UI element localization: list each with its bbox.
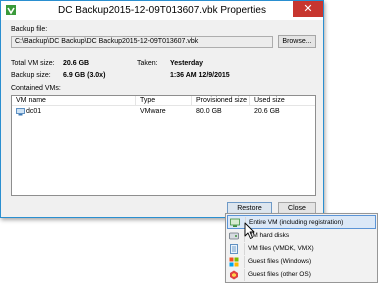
windows-logo-icon	[229, 257, 239, 267]
backup-file-label: Backup file:	[11, 26, 48, 33]
menu-icon-separator	[244, 269, 245, 281]
menu-item-vm-files[interactable]: VM files (VMDK, VMX)	[227, 242, 376, 256]
total-vm-size-label: Total VM size:	[11, 60, 55, 67]
menu-item-label: VM files (VMDK, VMX)	[248, 245, 314, 252]
window-title: DC Backup2015-12-09T013607.vbk Propertie…	[58, 5, 266, 16]
contained-vms-list[interactable]: VM name Type Provisioned size Used size …	[11, 95, 316, 196]
menu-item-guest-files-windows[interactable]: Guest files (Windows)	[227, 255, 376, 269]
vm-used-cell: 20.6 GB	[254, 108, 280, 115]
backup-file-path-field[interactable]: C:\Backup\DC Backup\DC Backup2015-12-09T…	[11, 36, 273, 48]
backup-size-label: Backup size:	[11, 72, 51, 79]
properties-dialog: DC Backup2015-12-09T013607.vbk Propertie…	[0, 0, 324, 218]
vm-name-cell: dc01	[26, 108, 42, 115]
menu-item-label: Entire VM (including registration)	[249, 219, 344, 226]
table-row[interactable]: dc01 VMware 80.0 GB 20.6 GB	[12, 107, 315, 117]
vm-restore-icon	[230, 218, 240, 227]
hard-disk-icon	[229, 232, 239, 240]
column-header-type[interactable]: Type	[136, 96, 192, 106]
column-header-provisioned-size[interactable]: Provisioned size	[192, 96, 250, 106]
menu-item-label: Guest files (other OS)	[248, 271, 311, 278]
taken-label: Taken:	[137, 60, 158, 67]
column-header-used-size[interactable]: Used size	[250, 96, 315, 106]
vm-type-cell: VMware	[140, 108, 166, 115]
window-close-button[interactable]: ✕	[293, 1, 323, 17]
menu-icon-separator	[244, 256, 245, 268]
menu-icon-separator	[244, 243, 245, 255]
menu-item-label: Guest files (Windows)	[248, 258, 312, 265]
mouse-cursor-icon	[244, 222, 255, 239]
total-vm-size-value: 20.6 GB	[63, 60, 90, 67]
browse-button[interactable]: Browse...	[278, 35, 316, 48]
list-header: VM name Type Provisioned size Used size	[12, 96, 315, 106]
column-header-vm-name[interactable]: VM name	[12, 96, 136, 106]
contained-vms-label: Contained VMs:	[11, 85, 61, 92]
taken-value: Yesterday	[170, 60, 204, 67]
vm-provisioned-cell: 80.0 GB	[196, 108, 222, 115]
menu-item-guest-files-other-os[interactable]: Guest files (other OS)	[227, 268, 376, 282]
taken-time: 1:36 AM 12/9/2015	[170, 72, 230, 79]
backup-size-value: 6.9 GB (3.0x)	[63, 72, 106, 79]
vm-files-icon	[230, 244, 238, 254]
title-bar: DC Backup2015-12-09T013607.vbk Propertie…	[1, 1, 323, 20]
other-os-icon	[230, 270, 238, 280]
